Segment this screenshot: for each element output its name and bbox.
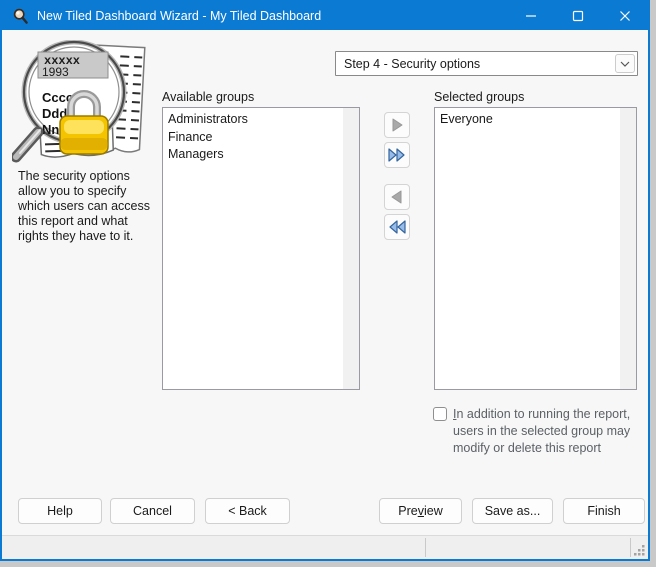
selected-groups-listbox[interactable]: Everyone	[434, 107, 637, 390]
available-group-item[interactable]: Managers	[163, 146, 343, 164]
help-button[interactable]: Help	[18, 498, 102, 524]
status-bar-divider	[630, 538, 631, 557]
move-all-right-button[interactable]	[384, 142, 410, 168]
scrollbar[interactable]	[620, 108, 636, 389]
status-bar	[2, 535, 648, 559]
step-description: The security options allow you to specif…	[18, 169, 151, 243]
modify-rights-label[interactable]: In addition to running the report, users…	[453, 406, 649, 457]
preview-button[interactable]: Pre v iew	[379, 498, 462, 524]
wizard-dialog-window: New Tiled Dashboard Wizard - My Tiled Da…	[0, 0, 650, 561]
available-group-item[interactable]: Administrators	[163, 111, 343, 129]
selected-groups-items: Everyone	[435, 111, 620, 129]
icon-text-1993: 1993	[42, 65, 69, 79]
step-selector-dropdown[interactable]: Step 4 - Security options	[335, 51, 638, 76]
selected-groups-label: Selected groups	[434, 90, 525, 104]
window-controls	[507, 2, 648, 30]
titlebar[interactable]: New Tiled Dashboard Wizard - My Tiled Da…	[2, 2, 648, 30]
cancel-button[interactable]: Cancel	[110, 498, 195, 524]
save-as-button[interactable]: Save as...	[472, 498, 553, 524]
security-wizard-illustration: xxxxx 1993 Cccc: Ddd: Nnnn	[10, 39, 150, 167]
minimize-button[interactable]	[507, 2, 554, 30]
maximize-button[interactable]	[554, 2, 601, 30]
available-group-item[interactable]: Finance	[163, 129, 343, 147]
window-title: New Tiled Dashboard Wizard - My Tiled Da…	[37, 9, 322, 23]
move-left-button[interactable]	[384, 184, 410, 210]
status-bar-divider	[425, 538, 426, 557]
magnifier-app-icon	[12, 8, 29, 25]
resize-grip[interactable]	[633, 544, 646, 557]
available-groups-label: Available groups	[162, 90, 255, 104]
available-groups-items: Administrators Finance Managers	[163, 111, 343, 164]
available-groups-listbox[interactable]: Administrators Finance Managers	[162, 107, 360, 390]
move-all-left-button[interactable]	[384, 214, 410, 240]
scrollbar[interactable]	[343, 108, 359, 389]
move-right-button[interactable]	[384, 112, 410, 138]
modify-rights-checkbox[interactable]	[433, 407, 447, 421]
selected-group-item[interactable]: Everyone	[435, 111, 620, 129]
step-selector-value: Step 4 - Security options	[344, 56, 481, 71]
chevron-down-icon[interactable]	[615, 54, 635, 73]
back-button[interactable]: < Back	[205, 498, 290, 524]
close-button[interactable]	[601, 2, 648, 30]
finish-button[interactable]: Finish	[563, 498, 645, 524]
